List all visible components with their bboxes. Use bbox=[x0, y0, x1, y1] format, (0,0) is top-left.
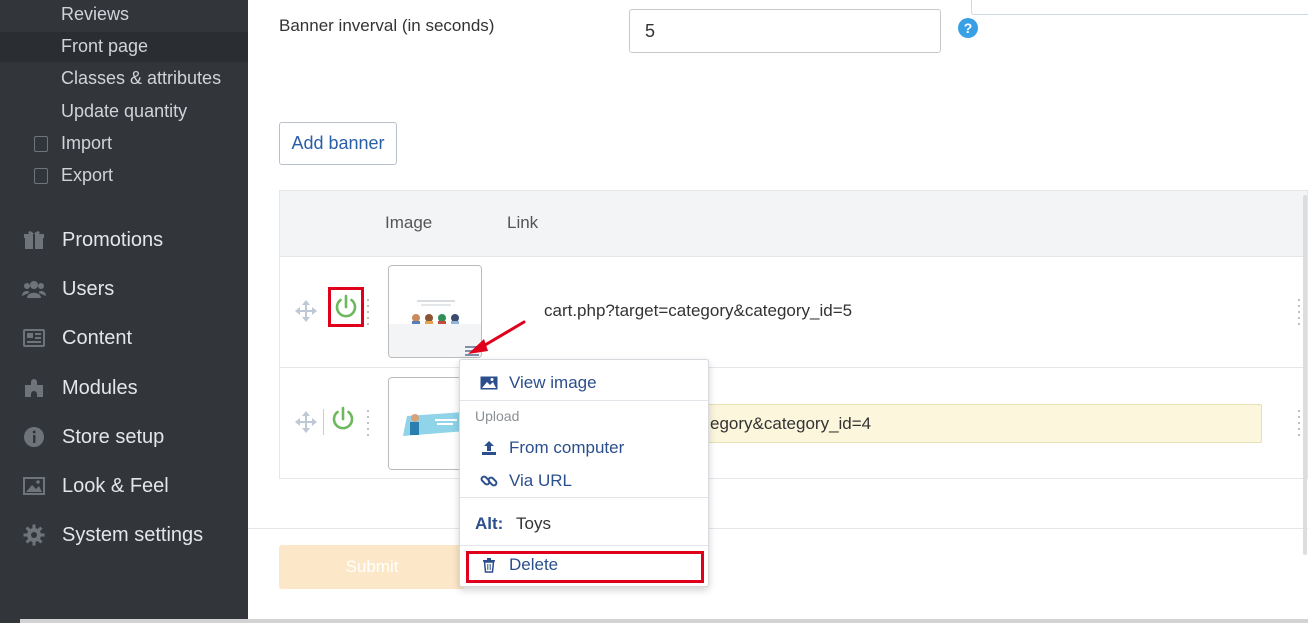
help-icon[interactable]: ? bbox=[958, 18, 978, 38]
top-right-field[interactable] bbox=[971, 0, 1308, 15]
submit-button[interactable]: Submit bbox=[279, 545, 465, 589]
row-divider bbox=[323, 409, 324, 435]
move-icon[interactable] bbox=[294, 299, 318, 323]
sidebar-item-import[interactable]: Import bbox=[61, 129, 112, 157]
sidebar-item-promotions[interactable]: Promotions bbox=[0, 220, 248, 260]
image-context-menu: View image Upload From computer Via URL … bbox=[459, 359, 709, 587]
row-actions-divider bbox=[367, 299, 370, 325]
row-menu-icon[interactable] bbox=[1298, 299, 1301, 325]
sidebar-item-update-quantity[interactable]: Update quantity bbox=[61, 97, 187, 125]
image-icon bbox=[22, 475, 46, 497]
sidebar-item-front-page[interactable]: Front page bbox=[61, 32, 148, 60]
gift-icon bbox=[22, 229, 46, 251]
image-icon bbox=[480, 374, 498, 392]
power-icon bbox=[332, 406, 354, 430]
sidebar-item-classes-attributes[interactable]: Classes & attributes bbox=[61, 64, 221, 92]
sidebar-item-content[interactable]: Content bbox=[0, 318, 248, 358]
sidebar-item-users[interactable]: Users bbox=[0, 269, 248, 309]
menu-divider bbox=[460, 400, 708, 401]
info-icon bbox=[22, 426, 46, 448]
puzzle-icon bbox=[22, 377, 46, 399]
column-header-link: Link bbox=[507, 213, 539, 232]
toggle-enabled-button[interactable] bbox=[328, 287, 364, 327]
table-header: Image Link bbox=[280, 191, 1307, 257]
column-header-image: Image bbox=[385, 213, 433, 232]
banner-link-text[interactable]: cart.php?target=category&category_id=5 bbox=[544, 301, 852, 321]
upload-icon bbox=[480, 439, 498, 457]
power-icon bbox=[335, 294, 357, 318]
row-menu-icon[interactable] bbox=[1298, 410, 1301, 436]
sidebar-item-reviews[interactable]: Reviews bbox=[61, 0, 129, 28]
annotation-arrow-icon bbox=[468, 320, 526, 354]
sidebar-item-modules[interactable]: Modules bbox=[0, 368, 248, 408]
move-icon[interactable] bbox=[294, 410, 318, 434]
table-row: egory&category_id=4 bbox=[280, 368, 1307, 479]
form-divider bbox=[248, 528, 1308, 529]
import-icon bbox=[34, 136, 48, 152]
alt-value[interactable]: Toys bbox=[516, 514, 551, 534]
banner-interval-input[interactable] bbox=[629, 9, 941, 53]
table-row: cart.php?target=category&category_id=5 bbox=[280, 257, 1307, 368]
toggle-enabled-button[interactable] bbox=[328, 402, 364, 442]
menu-divider bbox=[460, 545, 708, 546]
menu-item-from-computer[interactable]: From computer bbox=[460, 432, 708, 464]
sidebar-item-store-setup[interactable]: Store setup bbox=[0, 417, 248, 457]
menu-divider bbox=[460, 497, 708, 498]
alt-label: Alt: bbox=[475, 514, 504, 533]
scrollbar[interactable] bbox=[1303, 195, 1307, 555]
delete-highlight-annotation bbox=[466, 551, 704, 583]
horizontal-scrollbar[interactable] bbox=[20, 619, 1308, 623]
banner-link-text[interactable]: egory&category_id=4 bbox=[710, 414, 871, 434]
link-icon bbox=[480, 472, 498, 490]
sidebar-item-system-settings[interactable]: System settings bbox=[0, 515, 248, 555]
sidebar-item-export[interactable]: Export bbox=[61, 161, 113, 189]
content-icon bbox=[22, 327, 46, 349]
menu-item-via-url[interactable]: Via URL bbox=[460, 465, 708, 497]
menu-item-view-image[interactable]: View image bbox=[460, 367, 708, 399]
menu-section-upload: Upload bbox=[475, 408, 520, 424]
export-icon bbox=[34, 168, 48, 184]
gear-icon bbox=[22, 524, 46, 546]
sidebar: Reviews Front page Classes & attributes … bbox=[0, 0, 248, 623]
banners-table: Image Link cart.php?target=category&cate… bbox=[279, 190, 1308, 479]
add-banner-button[interactable]: Add banner bbox=[279, 122, 397, 165]
sidebar-item-look-feel[interactable]: Look & Feel bbox=[0, 466, 248, 506]
row-actions-divider bbox=[367, 410, 370, 436]
banner-interval-label: Banner inverval (in seconds) bbox=[279, 16, 495, 35]
users-icon bbox=[22, 278, 46, 300]
